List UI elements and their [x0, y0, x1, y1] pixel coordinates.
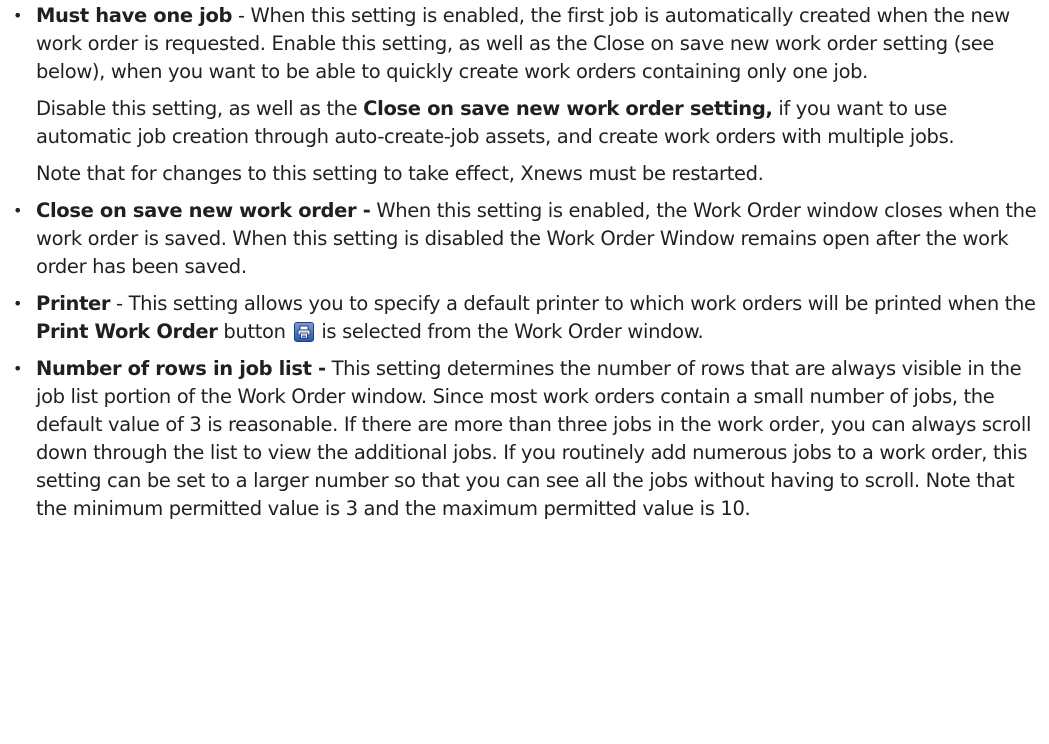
paragraph: Disable this setting, as well as the Clo… — [36, 95, 1037, 151]
setting-description: button — [217, 320, 292, 343]
setting-description: is selected from the Work Order window. — [315, 320, 704, 343]
setting-description: - This setting allows you to specify a d… — [110, 292, 1036, 315]
list-item-must-have-one-job: • Must have one job - When this setting … — [0, 2, 1049, 188]
document-body: • Must have one job - When this setting … — [0, 2, 1049, 532]
paragraph: Close on save new work order - When this… — [36, 197, 1037, 281]
note-paragraph: Note that for changes to this setting to… — [36, 162, 764, 185]
paragraph: Number of rows in job list - This settin… — [36, 355, 1037, 523]
setting-term: Number of rows in job list - — [36, 357, 326, 380]
bullet: • — [13, 201, 23, 220]
bullet: • — [13, 294, 23, 313]
setting-description: This setting determines the number of ro… — [36, 357, 1032, 520]
printer-icon — [293, 322, 314, 342]
bullet: • — [13, 359, 23, 378]
bullet: • — [13, 6, 23, 25]
list-item-close-on-save: • Close on save new work order - When th… — [0, 197, 1049, 281]
paragraph: Printer - This setting allows you to spe… — [36, 290, 1037, 346]
setting-term: Must have one job — [36, 4, 233, 27]
setting-term: Printer — [36, 292, 111, 315]
paragraph-text: Disable this setting, as well as the — [36, 97, 364, 120]
setting-term: Close on save new work order - — [36, 199, 371, 222]
button-name-text: Print Work Order — [36, 320, 218, 343]
paragraph: Must have one job - When this setting is… — [36, 2, 1037, 86]
emphasis-text: Close on save new work order setting, — [363, 97, 773, 120]
list-item-printer: • Printer - This setting allows you to s… — [0, 290, 1049, 346]
list-item-number-of-rows: • Number of rows in job list - This sett… — [0, 355, 1049, 523]
